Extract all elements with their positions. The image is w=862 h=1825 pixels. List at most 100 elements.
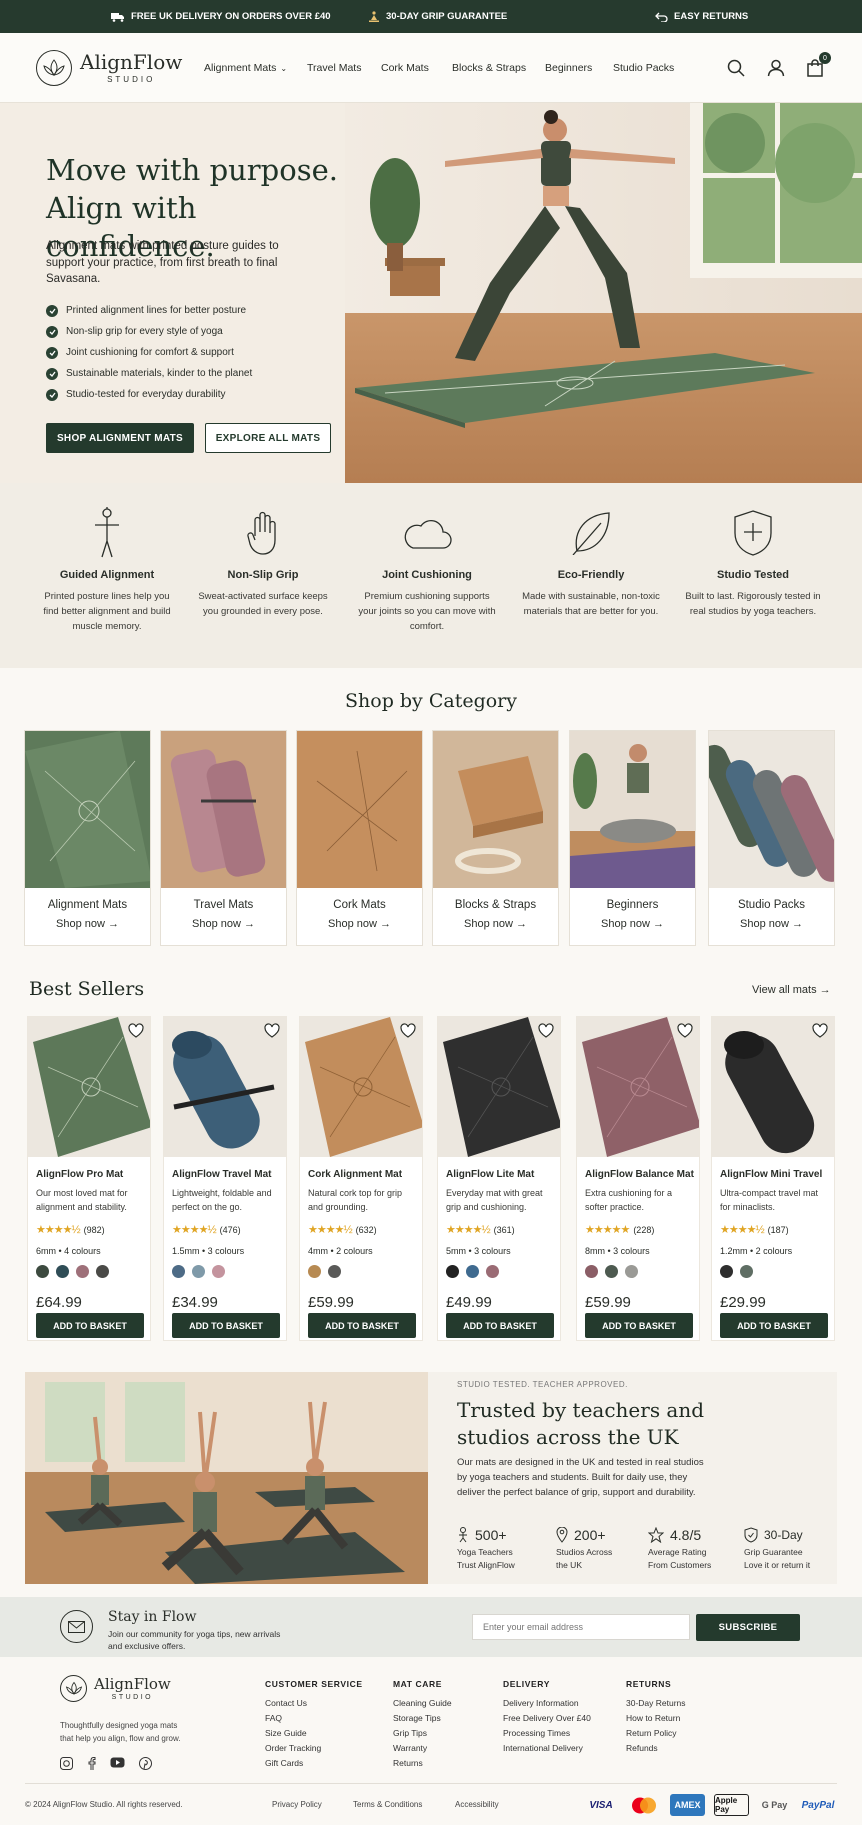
add-to-basket-button[interactable]: ADD TO BASKET: [172, 1313, 280, 1338]
add-to-basket-button[interactable]: ADD TO BASKET: [36, 1313, 144, 1338]
add-to-basket-button[interactable]: ADD TO BASKET: [446, 1313, 554, 1338]
subscribe-button[interactable]: SUBSCRIBE: [696, 1614, 800, 1641]
footer-link[interactable]: FAQ: [265, 1713, 363, 1728]
color-swatch[interactable]: [585, 1265, 598, 1278]
pinterest-icon[interactable]: [139, 1757, 152, 1770]
trust-eyebrow: STUDIO TESTED. TEACHER APPROVED.: [457, 1380, 628, 1389]
rating-stars: ★★★★½: [446, 1224, 491, 1236]
color-swatch[interactable]: [486, 1265, 499, 1278]
color-swatch[interactable]: [56, 1265, 69, 1278]
footer-link[interactable]: Cleaning Guide: [393, 1698, 452, 1713]
studio-class-image: [25, 1372, 428, 1584]
footer-logo[interactable]: AlignFlow STUDIO: [60, 1675, 171, 1702]
instagram-icon[interactable]: [60, 1757, 73, 1770]
heart-icon[interactable]: [677, 1023, 693, 1039]
footer-link[interactable]: Order Tracking: [265, 1743, 363, 1758]
nav-travel-mats[interactable]: Travel Mats: [307, 33, 361, 103]
product-card[interactable]: AlignFlow Lite Mat Everyday mat with gre…: [437, 1016, 561, 1341]
product-name: AlignFlow Travel Mat: [172, 1169, 272, 1180]
privacy-policy-link[interactable]: Privacy Policy: [272, 1800, 322, 1809]
footer-link[interactable]: Gift Cards: [265, 1758, 363, 1773]
category-travel-mats[interactable]: Travel Mats Shop now →: [160, 730, 287, 946]
email-input[interactable]: [472, 1614, 690, 1640]
heart-icon[interactable]: [128, 1023, 144, 1039]
heart-icon[interactable]: [812, 1023, 828, 1039]
nav-cork-mats[interactable]: Cork Mats: [381, 33, 429, 103]
category-alignment-mats[interactable]: Alignment Mats Shop now →: [24, 730, 151, 946]
footer-link[interactable]: Delivery Information: [503, 1698, 591, 1713]
color-swatch[interactable]: [740, 1265, 753, 1278]
category-cork-mats[interactable]: Cork Mats Shop now →: [296, 730, 423, 946]
footer-link[interactable]: Size Guide: [265, 1728, 363, 1743]
footer-link[interactable]: Warranty: [393, 1743, 452, 1758]
brand-logo[interactable]: AlignFlow STUDIO: [36, 50, 182, 86]
shop-now-link[interactable]: Shop now →: [570, 918, 695, 930]
footer-link[interactable]: International Delivery: [503, 1743, 591, 1758]
star-icon: [648, 1527, 664, 1543]
shop-now-link[interactable]: Shop now →: [297, 918, 422, 930]
heart-icon[interactable]: [264, 1023, 280, 1039]
add-to-basket-button[interactable]: ADD TO BASKET: [720, 1313, 828, 1338]
product-card[interactable]: AlignFlow Travel Mat Lightweight, foldab…: [163, 1016, 287, 1341]
product-card[interactable]: AlignFlow Pro Mat Our most loved mat for…: [27, 1016, 151, 1341]
product-card[interactable]: AlignFlow Balance Mat Extra cushioning f…: [576, 1016, 700, 1341]
search-button[interactable]: [724, 56, 748, 80]
nav-alignment-mats[interactable]: Alignment Mats ⌄: [204, 33, 287, 103]
footer-divider: [25, 1783, 837, 1784]
shop-now-link[interactable]: Shop now →: [161, 918, 286, 930]
footer-link[interactable]: Contact Us: [265, 1698, 363, 1713]
add-to-basket-button[interactable]: ADD TO BASKET: [308, 1313, 416, 1338]
shop-alignment-mats-button[interactable]: SHOP ALIGNMENT MATS: [46, 423, 194, 453]
lotus-icon: [36, 50, 72, 86]
footer-link[interactable]: Grip Tips: [393, 1728, 452, 1743]
nav-beginners[interactable]: Beginners: [545, 33, 592, 103]
heart-icon[interactable]: [538, 1023, 554, 1039]
footer-link[interactable]: Returns: [393, 1758, 452, 1773]
color-swatch[interactable]: [605, 1265, 618, 1278]
color-swatch[interactable]: [466, 1265, 479, 1278]
color-swatch[interactable]: [172, 1265, 185, 1278]
color-swatch[interactable]: [446, 1265, 459, 1278]
explore-all-mats-button[interactable]: EXPLORE ALL MATS: [205, 423, 331, 453]
footer-link[interactable]: How to Return: [626, 1713, 686, 1728]
footer-link[interactable]: Storage Tips: [393, 1713, 452, 1728]
account-button[interactable]: [764, 56, 788, 80]
footer-link[interactable]: Refunds: [626, 1743, 686, 1758]
review-count: (228): [633, 1224, 655, 1235]
shop-now-link[interactable]: Shop now →: [25, 918, 150, 930]
check-icon: [46, 388, 58, 401]
product-desc: Ultra-compact travel mat for minaclists.: [720, 1188, 819, 1212]
color-swatch[interactable]: [96, 1265, 109, 1278]
color-swatch[interactable]: [76, 1265, 89, 1278]
footer-link[interactable]: Return Policy: [626, 1728, 686, 1743]
product-card[interactable]: Cork Alignment Mat Natural cork top for …: [299, 1016, 423, 1341]
color-swatch[interactable]: [36, 1265, 49, 1278]
add-to-basket-button[interactable]: ADD TO BASKET: [585, 1313, 693, 1338]
shop-now-link[interactable]: Shop now →: [709, 918, 834, 930]
heart-icon[interactable]: [400, 1023, 416, 1039]
youtube-icon[interactable]: [110, 1757, 125, 1768]
category-blocks-straps[interactable]: Blocks & Straps Shop now →: [432, 730, 559, 946]
footer-link[interactable]: 30-Day Returns: [626, 1698, 686, 1713]
color-swatch[interactable]: [308, 1265, 321, 1278]
shop-now-link[interactable]: Shop now →: [433, 918, 558, 930]
color-swatch[interactable]: [625, 1265, 638, 1278]
view-all-mats-link[interactable]: View all mats →: [752, 984, 831, 996]
shield-check-icon: [744, 1527, 758, 1543]
category-studio-packs[interactable]: Studio Packs Shop now →: [708, 730, 835, 946]
basket-button[interactable]: 0: [803, 52, 831, 80]
facebook-icon[interactable]: [87, 1757, 96, 1770]
nav-studio-packs[interactable]: Studio Packs: [613, 33, 674, 103]
color-swatch[interactable]: [212, 1265, 225, 1278]
footer-link[interactable]: Processing Times: [503, 1728, 591, 1743]
nav-blocks-straps[interactable]: Blocks & Straps: [452, 33, 526, 103]
color-swatch[interactable]: [192, 1265, 205, 1278]
color-swatch[interactable]: [720, 1265, 733, 1278]
category-beginners[interactable]: Beginners Shop now →: [569, 730, 696, 946]
color-swatch[interactable]: [328, 1265, 341, 1278]
accessibility-link[interactable]: Accessibility: [455, 1800, 499, 1809]
footer-link[interactable]: Free Delivery Over £40: [503, 1713, 591, 1728]
benefit-item: Joint cushioning for comfort & support: [46, 342, 252, 363]
terms-link[interactable]: Terms & Conditions: [353, 1800, 422, 1809]
product-card[interactable]: AlignFlow Mini Travel Ultra-compact trav…: [711, 1016, 835, 1341]
